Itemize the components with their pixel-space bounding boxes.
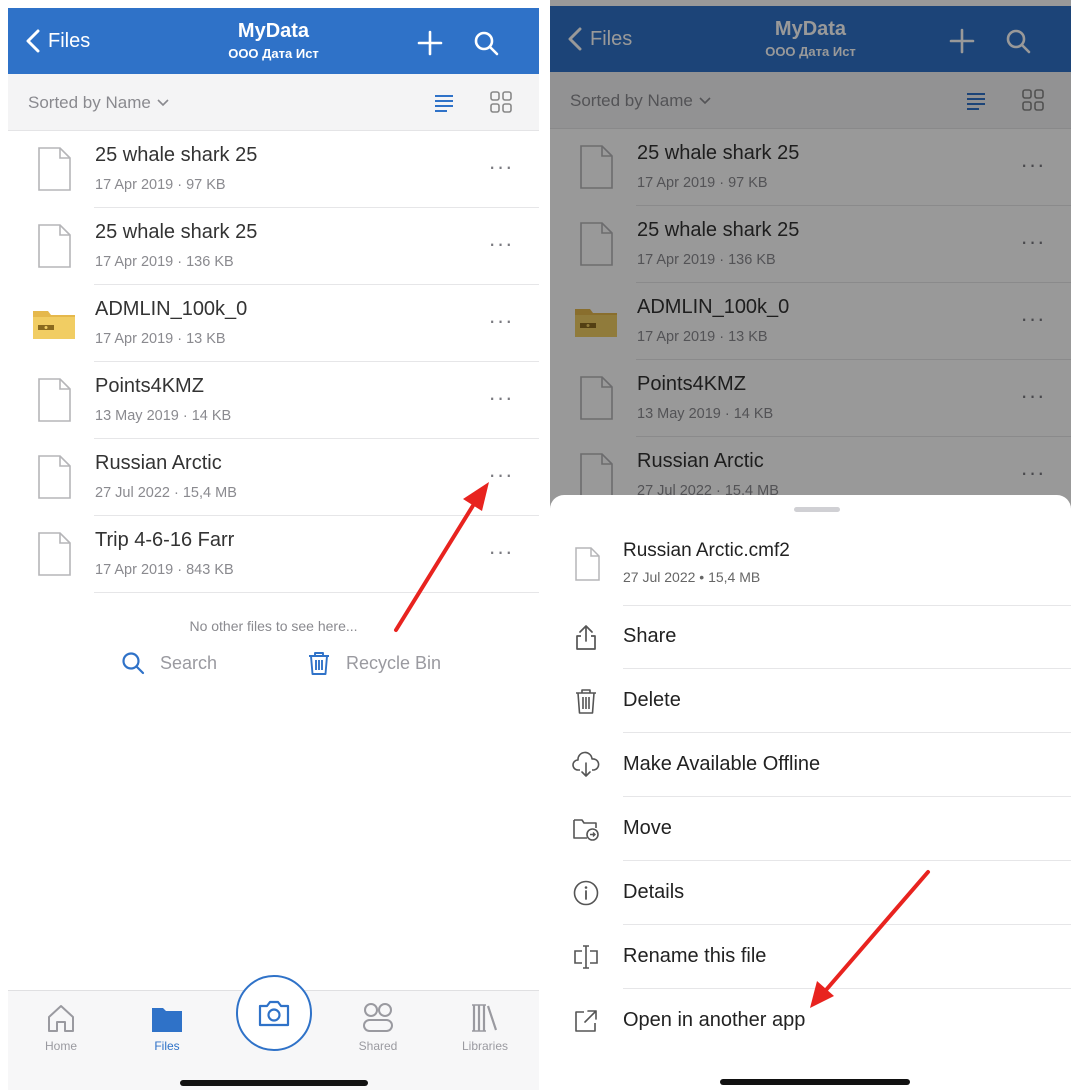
search-link-label: Search — [160, 652, 218, 673]
file-row[interactable]: Russian Arctic 27 Jul 2022 · 15,4 MB ··· — [8, 439, 539, 516]
menu-item-delete[interactable]: Delete — [550, 669, 1071, 733]
list-view-icon[interactable] — [433, 92, 455, 114]
camera-button[interactable] — [236, 975, 312, 1051]
trash-icon — [576, 689, 596, 714]
file-meta: 17 Apr 2019 · 136 KB — [95, 254, 234, 270]
tab-shared-label: Shared — [358, 1039, 398, 1053]
tab-files[interactable]: Files — [127, 1001, 207, 1053]
document-icon — [575, 547, 600, 581]
files-screen: Files MyData ООО Дата Ист Sorted by Name… — [8, 0, 539, 1090]
document-icon — [38, 147, 71, 191]
sheet-file-meta: 27 Jul 2022 • 15,4 MB — [623, 569, 761, 585]
more-options-button[interactable]: ··· — [487, 387, 515, 409]
home-indicator — [180, 1080, 368, 1086]
search-link[interactable]: Search — [120, 650, 217, 676]
page-subtitle: ООО Дата Ист — [228, 46, 319, 61]
document-icon — [38, 532, 71, 576]
top-nav-bar: Files MyData ООО Дата Ист — [8, 8, 539, 74]
chevron-down-icon — [157, 99, 169, 107]
tab-shared[interactable]: Shared — [338, 1001, 418, 1053]
more-options-button[interactable]: ··· — [487, 310, 515, 332]
menu-item-label: Share — [623, 625, 677, 647]
divider — [94, 592, 539, 593]
rename-icon — [574, 945, 598, 969]
folder-icon — [152, 1008, 182, 1032]
file-list: 25 whale shark 25 17 Apr 2019 · 97 KB ··… — [8, 131, 539, 593]
file-meta: 27 Jul 2022 · 15,4 MB — [95, 485, 237, 501]
file-name: Points4KMZ — [95, 375, 204, 397]
add-icon[interactable] — [417, 30, 443, 56]
share-icon — [576, 625, 596, 650]
home-icon — [48, 1005, 74, 1032]
cloud-download-icon — [572, 751, 600, 777]
file-row[interactable]: 25 whale shark 25 17 Apr 2019 · 136 KB ·… — [8, 208, 539, 285]
more-options-button[interactable]: ··· — [487, 464, 515, 486]
tab-home-label: Home — [44, 1039, 77, 1053]
home-indicator — [720, 1079, 910, 1085]
more-options-button[interactable]: ··· — [487, 156, 515, 178]
zip-folder-icon — [33, 311, 75, 339]
menu-item-share[interactable]: Share — [550, 605, 1071, 669]
file-name: 25 whale shark 25 — [95, 221, 258, 243]
menu-item-move[interactable]: Move — [550, 797, 1071, 861]
action-sheet: Russian Arctic.cmf2 27 Jul 2022 • 15,4 M… — [550, 495, 1071, 1090]
file-name: ADMLIN_100k_0 — [95, 298, 248, 320]
menu-item-label: Details — [623, 881, 685, 903]
bottom-tab-bar: Home Files Shared Libraries — [8, 975, 539, 1090]
menu-item-open-in-another-app[interactable]: Open in another app — [550, 989, 1071, 1053]
file-actions-screen: Files MyData ООО Дата Ист Sorted by Name… — [550, 0, 1071, 1090]
sort-bar: Sorted by Name — [8, 74, 539, 131]
file-meta: 17 Apr 2019 · 97 KB — [95, 177, 226, 193]
file-row[interactable]: ADMLIN_100k_0 17 Apr 2019 · 13 KB ··· — [8, 285, 539, 362]
info-icon — [573, 880, 599, 906]
trash-icon — [309, 652, 329, 675]
menu-item-details[interactable]: Details — [550, 861, 1071, 925]
sheet-grabber[interactable] — [794, 507, 840, 512]
grid-view-icon[interactable] — [489, 90, 513, 114]
menu-item-label: Move — [623, 817, 672, 839]
menu-item-label: Make Available Offline — [623, 753, 821, 775]
search-icon — [122, 652, 145, 675]
document-icon — [38, 378, 71, 422]
file-name: Trip 4-6-16 Farr — [95, 529, 235, 551]
menu-item-label: Delete — [623, 689, 681, 711]
recycle-bin-link[interactable]: Recycle Bin — [306, 650, 441, 676]
tab-libraries-label: Libraries — [461, 1039, 509, 1053]
file-name: 25 whale shark 25 — [95, 144, 258, 166]
external-open-icon — [575, 1010, 597, 1032]
page-title: MyData — [237, 20, 310, 42]
sheet-file-name: Russian Arctic.cmf2 — [623, 540, 790, 561]
menu-item-make-available-offline[interactable]: Make Available Offline — [550, 733, 1071, 797]
file-meta: 17 Apr 2019 · 13 KB — [95, 331, 226, 347]
file-row[interactable]: Trip 4-6-16 Farr 17 Apr 2019 · 843 KB ··… — [8, 516, 539, 593]
shared-icon — [363, 1003, 393, 1032]
empty-note: No other files to see here... — [189, 618, 358, 634]
file-row[interactable]: Points4KMZ 13 May 2019 · 14 KB ··· — [8, 362, 539, 439]
move-folder-icon — [573, 819, 599, 841]
recycle-bin-label: Recycle Bin — [346, 652, 442, 673]
sort-dropdown[interactable]: Sorted by Name — [28, 93, 169, 113]
tab-files-label: Files — [154, 1039, 180, 1053]
document-icon — [38, 224, 71, 268]
more-options-button[interactable]: ··· — [487, 541, 515, 563]
tab-libraries[interactable]: Libraries — [445, 1001, 525, 1053]
file-meta: 13 May 2019 · 14 KB — [95, 408, 232, 424]
file-row[interactable]: 25 whale shark 25 17 Apr 2019 · 97 KB ··… — [8, 131, 539, 208]
more-options-button[interactable]: ··· — [487, 233, 515, 255]
document-icon — [38, 455, 71, 499]
file-meta: 17 Apr 2019 · 843 KB — [95, 562, 234, 578]
file-name: Russian Arctic — [95, 452, 222, 474]
menu-item-label: Open in another app — [623, 1009, 806, 1031]
tab-home[interactable]: Home — [21, 1001, 101, 1053]
sort-label: Sorted by Name — [28, 93, 151, 112]
menu-item-label: Rename this file — [623, 945, 767, 967]
libraries-icon — [472, 1004, 498, 1032]
menu-item-rename[interactable]: Rename this file — [550, 925, 1071, 989]
search-icon[interactable] — [473, 30, 499, 56]
camera-icon — [258, 1000, 290, 1027]
